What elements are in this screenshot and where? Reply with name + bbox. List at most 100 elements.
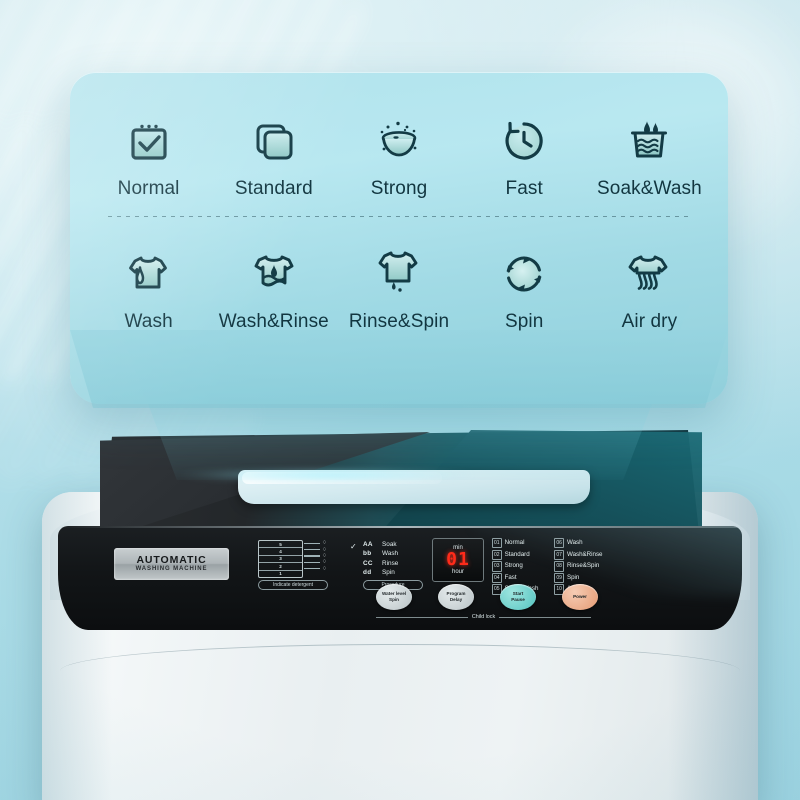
feature-air-dry[interactable]: Air dry: [587, 239, 712, 333]
procedure-code: dd: [363, 569, 372, 577]
procedure-legend: AA Soak bb Wash CC Rinse dd Spin Procedu…: [363, 540, 431, 590]
washing-machine: AUTOMATIC WASHING MACHINE 5 4 3 2 1 ♢ ♢ …: [42, 430, 758, 800]
display-unit-hour: hour: [451, 569, 464, 576]
features-row-2: Wash Wash&Rinse Rinse&Spin Spin Air dry: [86, 239, 712, 333]
detergent-cup-icon: ♢: [322, 546, 327, 553]
detergent-cup-icon: ♢: [322, 565, 327, 572]
program-delay-button[interactable]: Program Delay: [438, 584, 474, 610]
program-label: Spin: [566, 573, 580, 581]
program-number: 02: [492, 549, 502, 560]
procedure-item: bb Wash: [363, 549, 431, 558]
brand-badge-line2: WASHING MACHINE: [135, 566, 208, 573]
program-legend-item: 09 Spin: [554, 572, 602, 584]
button-line2: Delay: [449, 597, 463, 602]
child-lock-indicator: Child lock: [376, 614, 591, 620]
feature-label: Wash&Rinse: [218, 311, 329, 332]
program-legend-item: 02 Standard: [492, 549, 538, 560]
button-line2: Spin: [389, 597, 399, 602]
feature-soak-wash[interactable]: Soak&Wash: [587, 106, 712, 200]
basin-splash-icon: [374, 106, 424, 164]
water-level-spin-button[interactable]: Water level Spin: [376, 584, 412, 610]
feature-label: Normal: [117, 178, 180, 199]
program-label: Fast: [504, 573, 517, 581]
program-label: Wash&Rinse: [566, 550, 603, 558]
detergent-dose-marks: ♢ ♢ ♢ ♢ ♢: [304, 540, 350, 572]
tshirt-airflow-icon: [624, 239, 674, 297]
screenshot-root: AUTOMATIC WASHING MACHINE 5 4 3 2 1 ♢ ♢ …: [0, 0, 800, 800]
procedure-label: Soak: [382, 541, 397, 548]
program-label: Strong: [504, 562, 523, 570]
program-legend-item: 03 Strong: [492, 561, 538, 572]
detergent-level-grid: 5 4 3 2 1: [258, 540, 303, 578]
brand-badge: AUTOMATIC WASHING MACHINE: [114, 548, 229, 580]
program-number: 09: [554, 572, 564, 584]
brand-badge-line1: AUTOMATIC: [136, 554, 207, 567]
procedure-item: AA Soak: [363, 540, 431, 549]
detergent-level-row: 4: [259, 548, 302, 556]
feature-wash-rinse[interactable]: Wash&Rinse: [211, 239, 336, 333]
program-label: Wash: [566, 539, 583, 546]
circular-arrows-icon: [501, 239, 547, 297]
procedure-label: Rinse: [382, 559, 399, 567]
procedure-code: bb: [363, 550, 372, 558]
detergent-cup-icon: ♢: [322, 559, 327, 566]
program-number: 07: [554, 549, 564, 560]
features-overlay-panel: Normal Standard Strong Fast Soak&Wash Wa…: [70, 72, 728, 404]
program-label: Normal: [504, 539, 525, 546]
detergent-level-row: 2: [259, 563, 302, 571]
features-row-1: Normal Standard Strong Fast Soak&Wash: [86, 106, 712, 200]
control-button-row: Water level Spin Program Delay Start Pau…: [376, 584, 666, 610]
child-lock-rule-right: [499, 616, 591, 618]
program-label: Standard: [504, 550, 530, 558]
procedure-code: AA: [363, 541, 373, 548]
program-number: 01: [492, 538, 502, 549]
detergent-dose-row: ♢: [304, 566, 350, 572]
feature-normal[interactable]: Normal: [86, 106, 211, 200]
program-number: 08: [554, 561, 564, 572]
procedure-item: CC Rinse: [363, 559, 431, 568]
detergent-cup-icon: ♢: [322, 540, 327, 547]
program-number: 06: [554, 538, 564, 549]
procedure-label: Wash: [382, 550, 399, 558]
feature-strong[interactable]: Strong: [336, 106, 461, 200]
power-button[interactable]: Power: [562, 584, 598, 610]
button-line1: Power: [573, 594, 587, 600]
clock-rewind-icon: [501, 106, 547, 164]
features-grid: Normal Standard Strong Fast Soak&Wash Wa…: [70, 72, 728, 404]
feature-rinse-spin[interactable]: Rinse&Spin: [336, 239, 461, 333]
detergent-caption: Indicate detergent: [258, 579, 328, 590]
program-legend-item: 04 Fast: [492, 572, 538, 584]
procedure-item: dd Spin: [363, 568, 431, 577]
projection-light-edge: [176, 470, 476, 480]
feature-label: Soak&Wash: [597, 178, 702, 199]
feature-label: Standard: [234, 178, 313, 199]
procedure-code: CC: [363, 559, 373, 567]
detergent-level-row: 5: [259, 541, 302, 549]
detergent-check-icon: ✓: [350, 542, 357, 551]
detergent-level-row: 3: [259, 556, 302, 564]
soak-basin-droplets-icon: [626, 106, 672, 164]
feature-label: Fast: [505, 178, 543, 199]
program-number: 04: [492, 572, 502, 584]
led-display: min 01 hour: [432, 538, 484, 582]
program-label: Rinse&Spin: [566, 562, 600, 570]
tshirt-drip-icon: [374, 239, 424, 297]
detergent-indicator: 5 4 3 2 1 ♢ ♢ ♢ ♢ ♢ ✓ Indicate detergent: [258, 540, 357, 590]
display-value: 01: [446, 548, 470, 570]
feature-label: Air dry: [621, 311, 678, 332]
start-pause-button[interactable]: Start Pause: [500, 584, 536, 610]
tshirt-droplet-icon: [124, 239, 174, 297]
tshirt-droplet-waves-icon: [249, 239, 299, 297]
feature-fast[interactable]: Fast: [462, 106, 587, 200]
calendar-check-icon: [126, 106, 172, 164]
feature-standard[interactable]: Standard: [211, 106, 336, 200]
procedure-label: Spin: [382, 569, 395, 577]
control-panel: AUTOMATIC WASHING MACHINE 5 4 3 2 1 ♢ ♢ …: [58, 526, 742, 630]
feature-spin[interactable]: Spin: [462, 239, 587, 333]
features-divider: [108, 216, 690, 217]
feature-wash[interactable]: Wash: [86, 239, 211, 333]
feature-label: Rinse&Spin: [348, 311, 450, 332]
stacked-squares-icon: [251, 106, 297, 164]
feature-label: Wash: [124, 311, 173, 332]
feature-label: Spin: [504, 311, 544, 332]
